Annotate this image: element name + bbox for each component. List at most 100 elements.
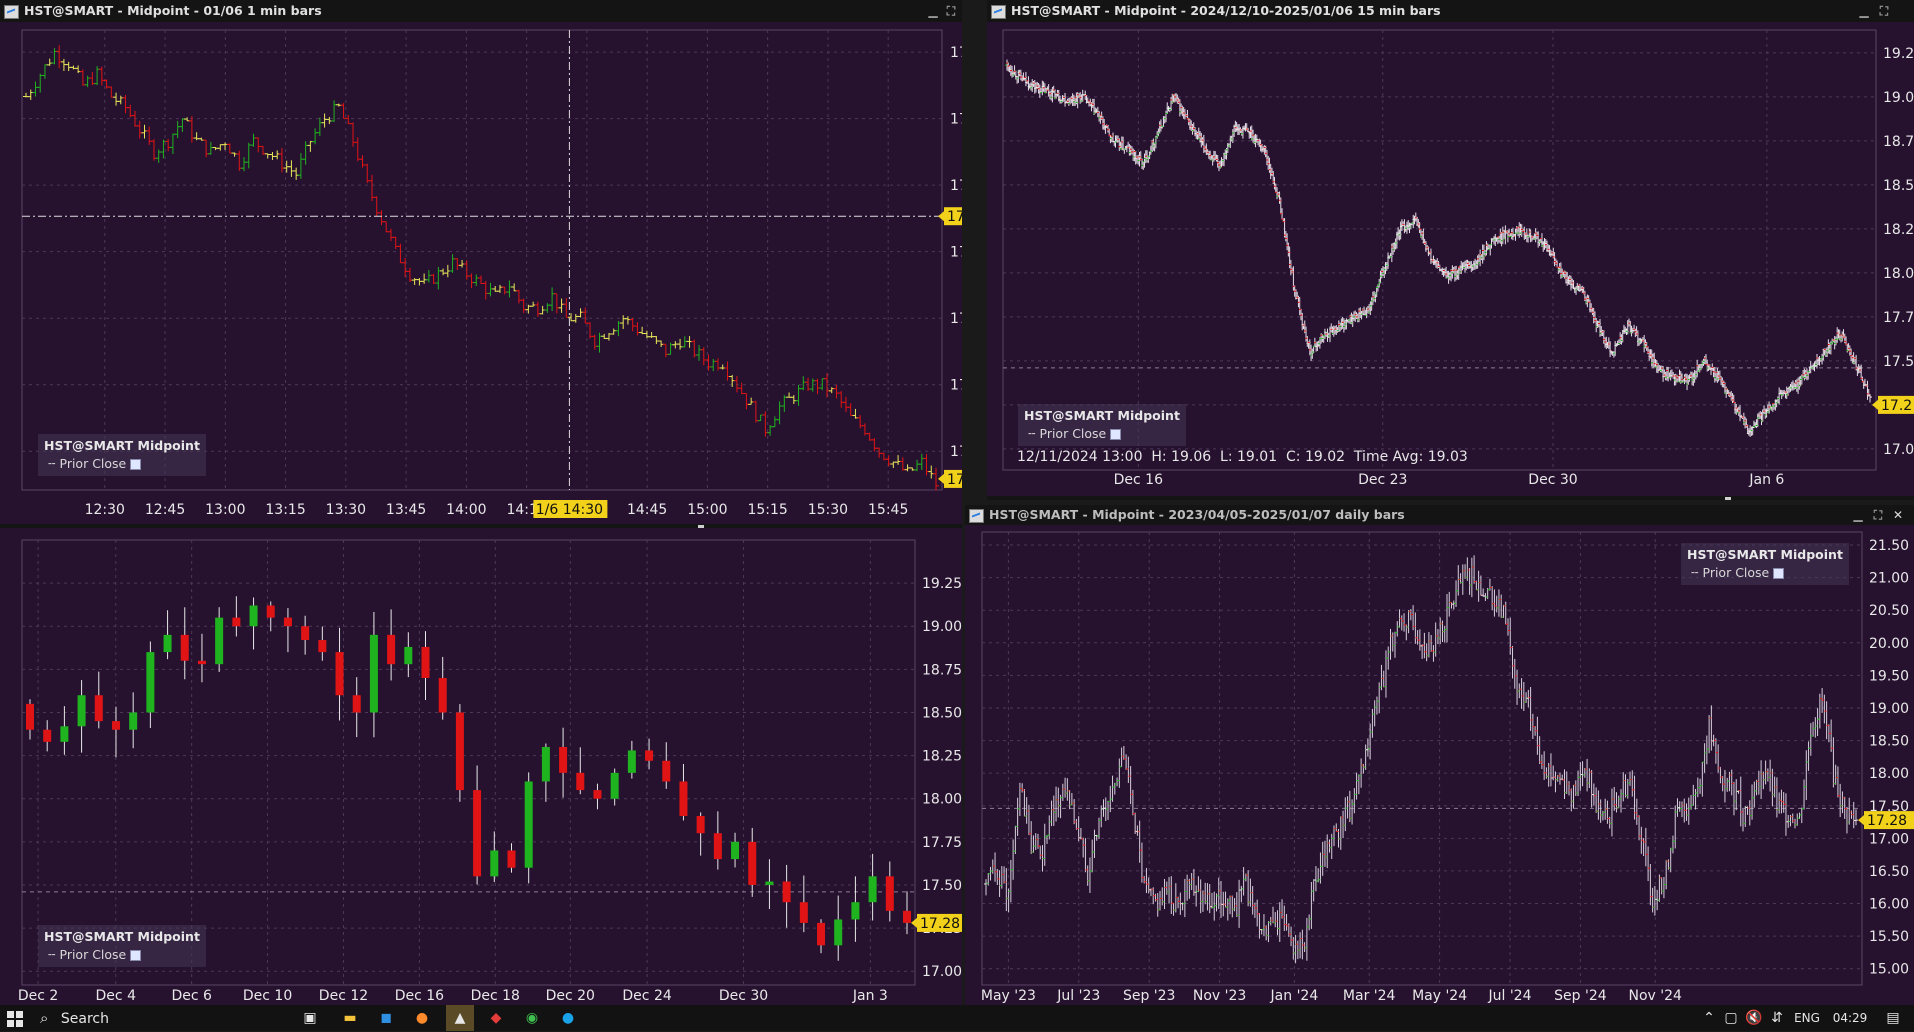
y-tick-label: 17.6 <box>950 112 962 128</box>
taskbar-search[interactable]: ⌕ Search <box>40 1005 240 1031</box>
volume-muted-icon[interactable]: 🔇 <box>1744 1005 1764 1031</box>
x-tick-label: Jan 3 <box>852 988 888 1004</box>
last-price-label: 17.28 <box>1867 813 1907 829</box>
clock[interactable]: 04:29 <box>1828 1005 1872 1031</box>
candle-down <box>43 729 52 742</box>
x-tick-label: Dec 16 <box>1114 472 1163 488</box>
file-explorer-icon[interactable]: ▬ <box>338 1005 362 1031</box>
candle-down <box>335 652 344 696</box>
y-tick-label: 17.5 <box>1883 354 1914 370</box>
y-tick-label: 17.50 <box>922 878 962 894</box>
y-tick-label: 15.00 <box>1869 962 1909 978</box>
x-tick-label: 15:30 <box>808 502 848 518</box>
candle-up <box>868 876 877 903</box>
x-tick-label: Dec 23 <box>1358 472 1407 488</box>
chart-legend[interactable]: HST@SMART Midpoint ╌ Prior Close <box>38 925 206 967</box>
scroll-date-label: Oct 28 <box>1311 499 1344 500</box>
windows-start-icon[interactable] <box>4 1005 26 1031</box>
legend-prior-close-label: Prior Close <box>1039 426 1107 441</box>
candle-down <box>387 634 396 665</box>
candle-down <box>903 910 911 923</box>
tray-chevron-icon[interactable]: ⌃ <box>1700 1005 1718 1031</box>
y-tick-label: 19.25 <box>922 576 962 592</box>
trader-workstation-icon[interactable]: ▲ <box>446 1005 474 1031</box>
legend-prior-close[interactable]: ╌ Prior Close <box>44 455 200 473</box>
x-tick-label: Jul '23 <box>1056 988 1100 1004</box>
x-tick-label: Dec 16 <box>395 988 444 1004</box>
chrome-icon[interactable]: ◉ <box>520 1005 544 1031</box>
candle-down <box>180 634 189 661</box>
x-tick-label: Dec 20 <box>546 988 595 1004</box>
candle-down <box>645 750 654 761</box>
chart-legend[interactable]: HST@SMART Midpoint ╌ Prior Close <box>38 434 206 476</box>
x-tick-label: 13:15 <box>265 502 305 518</box>
language-indicator[interactable]: ENG <box>1790 1005 1824 1031</box>
x-tick-label: Jan '24 <box>1270 988 1319 1004</box>
chart-panel-daily-dec[interactable]: 17.0017.2517.5017.7518.0018.2518.5018.75… <box>0 528 962 1005</box>
candle-down <box>713 833 722 860</box>
checkbox-icon[interactable] <box>1773 568 1785 579</box>
y-tick-label: 18.5 <box>1883 178 1914 194</box>
candle-down <box>318 640 327 653</box>
outlook-icon[interactable]: ◼ <box>374 1005 398 1031</box>
chart-panel-1min[interactable]: HST@SMART - Midpoint - 01/06 1 min bars … <box>0 0 962 528</box>
legend-title: HST@SMART Midpoint <box>1024 408 1180 423</box>
candle-up <box>60 726 69 742</box>
x-tick-label: 15:45 <box>868 502 908 518</box>
x-tick-label: 13:30 <box>326 502 366 518</box>
y-tick-label: 17.00 <box>1869 831 1909 847</box>
scroll-date-label: Oct 7 <box>1174 499 1201 500</box>
candle-down <box>352 695 361 713</box>
chart-panel-daily-long[interactable]: HST@SMART - Midpoint - 2023/04/05-2025/0… <box>965 505 1914 1005</box>
x-tick-label: Dec 18 <box>471 988 520 1004</box>
candle-down <box>301 626 310 641</box>
candle-down <box>197 660 206 665</box>
candle-down <box>421 646 430 678</box>
task-view-icon[interactable]: ▣ <box>298 1005 322 1031</box>
candle-down <box>782 881 791 903</box>
checkbox-icon[interactable] <box>1110 429 1122 440</box>
x-tick-label: Dec 10 <box>243 988 292 1004</box>
checkbox-icon[interactable] <box>130 950 142 961</box>
candle-down <box>232 617 241 627</box>
skype-icon[interactable]: ● <box>556 1005 580 1031</box>
candle-up <box>541 746 550 782</box>
scroll-date-label: Sep 16 <box>1029 499 1064 500</box>
candle-up <box>851 902 860 920</box>
scroll-date-label: Dec 9 <box>1595 499 1624 500</box>
legend-title: HST@SMART Midpoint <box>1687 547 1843 562</box>
legend-prior-close[interactable]: ╌ Prior Close <box>1024 425 1180 443</box>
x-tick-label: 15:00 <box>687 502 727 518</box>
red-app-icon[interactable]: ◆ <box>484 1005 508 1031</box>
chart-legend[interactable]: HST@SMART Midpoint ╌ Prior Close <box>1018 404 1186 446</box>
y-tick-label: 21.00 <box>1869 571 1909 587</box>
firefox-icon[interactable]: ● <box>410 1005 434 1031</box>
y-tick-label: 20.00 <box>1869 636 1909 652</box>
legend-prior-close[interactable]: ╌ Prior Close <box>1687 564 1843 582</box>
checkbox-icon[interactable] <box>130 459 142 470</box>
x-tick-label: Dec 12 <box>319 988 368 1004</box>
price-tag-pointer <box>938 473 944 484</box>
tray-device-icon[interactable]: ▢ <box>1722 1005 1740 1031</box>
status-readout: 12/11/2024 13:00 H: 19.06 L: 19.01 C: 19… <box>1017 449 1468 465</box>
x-tick-label: 14:45 <box>627 502 667 518</box>
y-tick-label: 18.25 <box>922 749 962 765</box>
y-tick-label: 15.50 <box>1869 929 1909 945</box>
y-tick-label: 17.7 <box>1883 310 1914 326</box>
x-tick-label: Sep '23 <box>1123 988 1176 1004</box>
candle-down <box>576 772 585 791</box>
chart-panel-15min[interactable]: HST@SMART - Midpoint - 2024/12/10-2025/0… <box>987 0 1914 500</box>
candle-down <box>111 721 120 730</box>
y-tick-label: 18.50 <box>922 705 962 721</box>
scroll-date-label: Dec 30 <box>1750 499 1785 500</box>
legend-prior-close-label: Prior Close <box>59 947 127 962</box>
y-tick-label: 17.4 <box>950 311 962 327</box>
legend-prior-close[interactable]: ╌ Prior Close <box>44 946 200 964</box>
chart-legend[interactable]: HST@SMART Midpoint ╌ Prior Close <box>1681 543 1849 585</box>
notifications-icon[interactable]: ▤ <box>1882 1005 1904 1031</box>
x-tick-label: Sep '24 <box>1554 988 1607 1004</box>
candle-up <box>731 841 740 860</box>
network-icon[interactable]: ⇵ <box>1768 1005 1786 1031</box>
y-tick-label: 17.00 <box>922 964 962 980</box>
candle-down <box>438 677 447 713</box>
